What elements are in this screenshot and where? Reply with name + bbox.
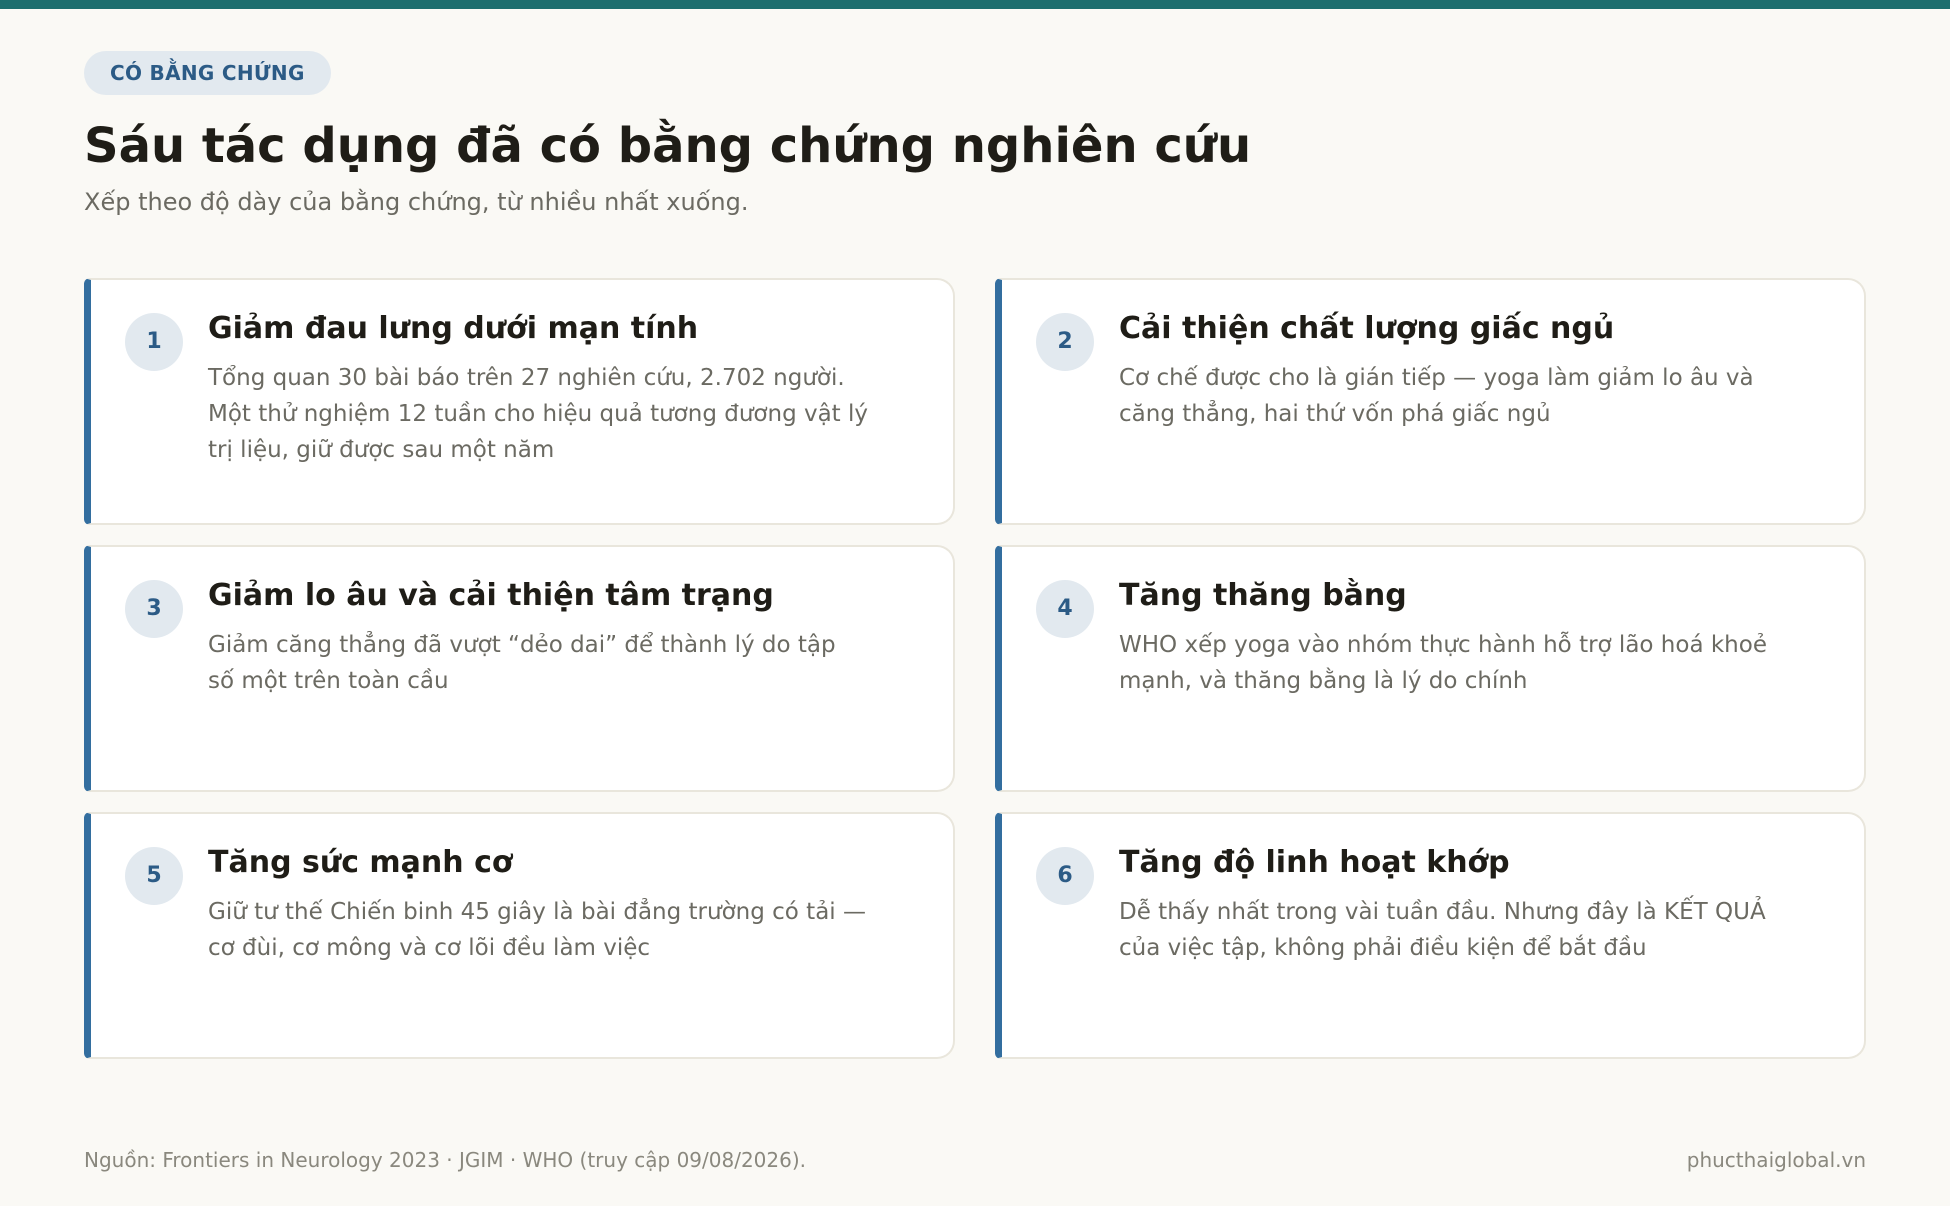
card-number-badge: 1	[125, 313, 183, 371]
card-description: Dễ thấy nhất trong vài tuần đầu. Nhưng đ…	[1119, 898, 1766, 961]
card-description: Giảm căng thẳng đã vượt “dẻo dai” để thà…	[208, 631, 836, 694]
card-description: Giữ tư thế Chiến binh 45 giây là bài đẳn…	[208, 898, 866, 961]
card-title: Tăng sức mạnh cơ	[208, 845, 513, 880]
page-title: Sáu tác dụng đã có bằng chứng nghiên cứu	[84, 118, 1252, 174]
benefit-card-6: 6 Tăng độ linh hoạt khớp Dễ thấy nhất tr…	[995, 812, 1866, 1059]
benefit-card-1: 1 Giảm đau lưng dưới mạn tính Tổng quan …	[84, 278, 955, 525]
card-description: Tổng quan 30 bài báo trên 27 nghiên cứu,…	[208, 364, 869, 463]
benefit-card-2: 2 Cải thiện chất lượng giấc ngủ Cơ chế đ…	[995, 278, 1866, 525]
page-header: CÓ BẰNG CHỨNG Sáu tác dụng đã có bằng ch…	[84, 51, 1866, 216]
card-number-badge: 3	[125, 580, 183, 638]
card-title: Cải thiện chất lượng giấc ngủ	[1119, 311, 1615, 346]
top-accent-bar	[0, 0, 1950, 9]
footer-site-link[interactable]: phucthaiglobal.vn	[1687, 1148, 1866, 1172]
evidence-badge: CÓ BẰNG CHỨNG	[84, 51, 331, 95]
card-title: Giảm đau lưng dưới mạn tính	[208, 311, 699, 346]
card-number-badge: 6	[1036, 847, 1094, 905]
card-title: Giảm lo âu và cải thiện tâm trạng	[208, 578, 774, 613]
card-number-badge: 5	[125, 847, 183, 905]
card-description: Cơ chế được cho là gián tiếp — yoga làm …	[1119, 364, 1754, 427]
card-number-badge: 2	[1036, 313, 1094, 371]
footer-source: Nguồn: Frontiers in Neurology 2023 · JGI…	[84, 1148, 807, 1172]
benefits-grid: 1 Giảm đau lưng dưới mạn tính Tổng quan …	[84, 278, 1866, 1059]
card-description: WHO xếp yoga vào nhóm thực hành hỗ trợ l…	[1119, 631, 1767, 694]
benefit-card-3: 3 Giảm lo âu và cải thiện tâm trạng Giảm…	[84, 545, 955, 792]
card-title: Tăng thăng bằng	[1119, 578, 1407, 613]
card-title: Tăng độ linh hoạt khớp	[1119, 845, 1510, 880]
card-number-badge: 4	[1036, 580, 1094, 638]
benefit-card-5: 5 Tăng sức mạnh cơ Giữ tư thế Chiến binh…	[84, 812, 955, 1059]
page-subtitle: Xếp theo độ dày của bằng chứng, từ nhiều…	[84, 188, 749, 217]
benefit-card-4: 4 Tăng thăng bằng WHO xếp yoga vào nhóm …	[995, 545, 1866, 792]
